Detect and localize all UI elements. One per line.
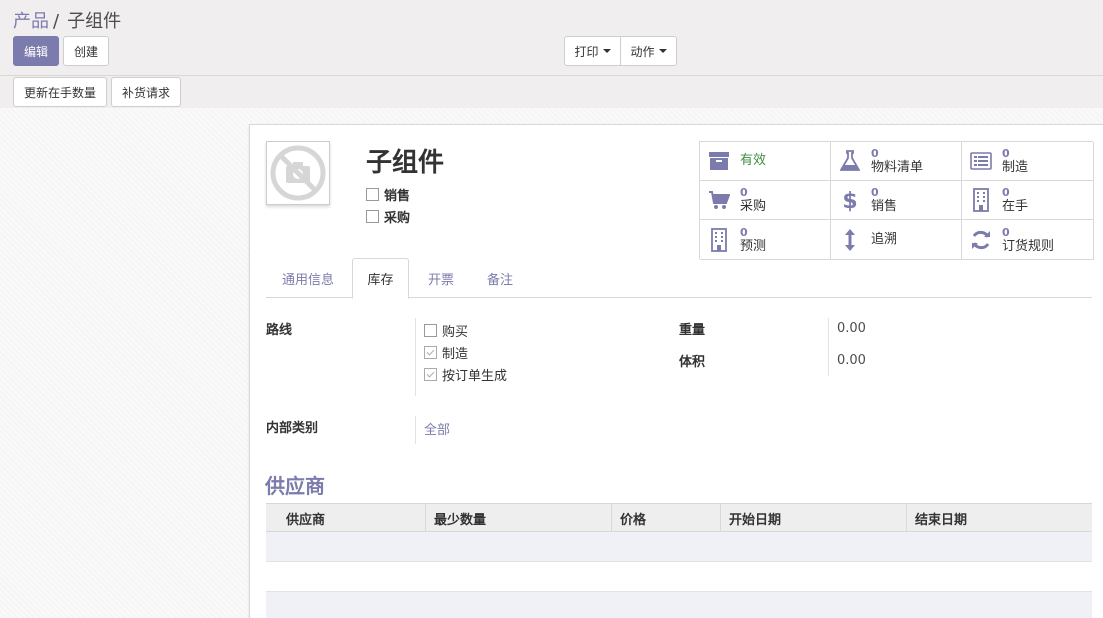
- archive-icon: [708, 150, 730, 172]
- column-header-start-date[interactable]: 开始日期: [720, 504, 906, 532]
- edit-button[interactable]: 编辑: [13, 36, 59, 66]
- table-header: 供应商 最少数量 价格 开始日期 结束日期: [266, 503, 1092, 532]
- routes-label: 路线: [266, 323, 293, 338]
- smart-button-value: 0: [1002, 186, 1010, 199]
- route-label: 按订单生成: [442, 369, 508, 384]
- category-label: 内部类别: [266, 421, 319, 436]
- route-mto[interactable]: 按订单生成: [424, 365, 507, 384]
- caret-down-icon: [658, 49, 667, 53]
- flask-icon: [839, 150, 861, 172]
- update-qty-button[interactable]: 更新在手数量: [13, 77, 107, 107]
- table-row: [266, 592, 1092, 618]
- smart-button-label: 有效: [740, 153, 767, 168]
- action-label: 动作: [630, 44, 655, 59]
- smart-button-active[interactable]: 有效: [700, 142, 831, 181]
- svg-text:$: $: [842, 189, 857, 212]
- weight-value[interactable]: 0.00: [837, 321, 866, 336]
- volume-label: 体积: [679, 355, 706, 370]
- print-label: 打印: [574, 44, 599, 59]
- caret-down-icon: [602, 49, 611, 53]
- column-header-vendor[interactable]: 供应商: [278, 504, 428, 532]
- column-header-min-qty[interactable]: 最少数量: [425, 504, 613, 532]
- smart-button-label: 预测: [740, 238, 767, 254]
- tab-inventory[interactable]: 库存: [352, 258, 409, 299]
- list-icon: [970, 150, 992, 172]
- column-header-end-date[interactable]: 结束日期: [906, 504, 1092, 532]
- updown-arrow-icon: [839, 228, 861, 251]
- route-label: 购买: [442, 325, 469, 340]
- volume-value[interactable]: 0.00: [837, 353, 866, 368]
- field-divider: [415, 318, 416, 396]
- column-header-price[interactable]: 价格: [611, 504, 721, 532]
- smart-button-label: 追溯: [871, 231, 898, 247]
- route-buy-checkbox[interactable]: [424, 324, 437, 337]
- breadcrumb-separator: /: [53, 11, 60, 32]
- notebook-tabs: 通用信息 库存 开票 备注: [266, 258, 1092, 299]
- smart-button-value: 0: [1002, 147, 1010, 160]
- smart-button-value: 0: [740, 225, 748, 239]
- smart-buttons: 有效 0 物料清单 0 制造 0 采购 $ 0 销售 0 在手 0 预测 追溯 …: [699, 141, 1094, 260]
- breadcrumb-current: 子组件: [67, 11, 122, 32]
- table-row: [266, 562, 1092, 592]
- breadcrumb: 产品 / 子组件: [13, 7, 121, 33]
- vendors-section-title: 供应商: [265, 474, 325, 498]
- camera-no-image-icon: [270, 145, 326, 201]
- action-dropdown[interactable]: 动作: [620, 36, 677, 66]
- route-label: 制造: [442, 347, 469, 362]
- smart-button-label: 物料清单: [871, 160, 924, 175]
- smart-button-traceability[interactable]: 追溯: [831, 220, 962, 260]
- building-icon: [970, 188, 992, 212]
- smart-button-manufacture[interactable]: 0 制造: [962, 142, 1094, 181]
- tab-general-info[interactable]: 通用信息: [266, 258, 350, 298]
- tab-notes[interactable]: 备注: [472, 258, 528, 298]
- smart-button-value: 0: [1002, 225, 1010, 239]
- refresh-icon: [970, 229, 992, 251]
- purchase-ok-checkbox-row[interactable]: 采购: [366, 207, 410, 226]
- smart-button-sales[interactable]: $ 0 销售: [831, 181, 962, 220]
- cart-icon: [708, 189, 730, 211]
- smart-button-value: 0: [871, 147, 879, 160]
- smart-button-reorder-rules[interactable]: 0 订货规则: [962, 220, 1094, 260]
- field-divider: [415, 416, 416, 444]
- dollar-icon: $: [839, 189, 861, 212]
- tab-invoicing[interactable]: 开票: [413, 258, 469, 298]
- route-manufacture-checkbox[interactable]: [424, 346, 437, 359]
- sale-ok-checkbox-row[interactable]: 销售: [366, 185, 410, 204]
- building-icon: [708, 227, 730, 252]
- sale-ok-label: 销售: [384, 189, 411, 204]
- field-divider: [828, 318, 829, 376]
- smart-button-label: 在手: [1002, 199, 1029, 214]
- smart-button-label: 制造: [1002, 160, 1029, 175]
- create-button[interactable]: 创建: [63, 36, 109, 66]
- smart-button-on-hand[interactable]: 0 在手: [962, 181, 1094, 220]
- sale-ok-checkbox[interactable]: [366, 188, 379, 201]
- route-buy[interactable]: 购买: [424, 321, 468, 340]
- route-mto-checkbox[interactable]: [424, 368, 437, 381]
- print-dropdown[interactable]: 打印: [564, 36, 621, 66]
- breadcrumb-parent-link[interactable]: 产品: [13, 11, 49, 32]
- smart-button-forecast[interactable]: 0 预测: [700, 220, 831, 260]
- smart-button-value: 0: [871, 186, 879, 199]
- table-row: [266, 532, 1092, 562]
- route-manufacture[interactable]: 制造: [424, 343, 468, 362]
- vendors-table: 供应商 最少数量 价格 开始日期 结束日期: [266, 503, 1092, 618]
- control-panel-divider: [0, 75, 1103, 76]
- purchase-ok-label: 采购: [384, 211, 411, 226]
- replenish-button[interactable]: 补货请求: [111, 77, 181, 107]
- category-link[interactable]: 全部: [424, 419, 450, 438]
- weight-label: 重量: [679, 323, 706, 338]
- smart-button-label: 订货规则: [1002, 238, 1055, 254]
- product-name[interactable]: 子组件: [366, 142, 444, 179]
- smart-button-value: 0: [740, 186, 748, 199]
- product-image[interactable]: [266, 141, 330, 205]
- purchase-ok-checkbox[interactable]: [366, 210, 379, 223]
- smart-button-bom[interactable]: 0 物料清单: [831, 142, 962, 181]
- smart-button-label: 销售: [871, 199, 898, 214]
- smart-button-purchase[interactable]: 0 采购: [700, 181, 831, 220]
- smart-button-label: 采购: [740, 199, 767, 214]
